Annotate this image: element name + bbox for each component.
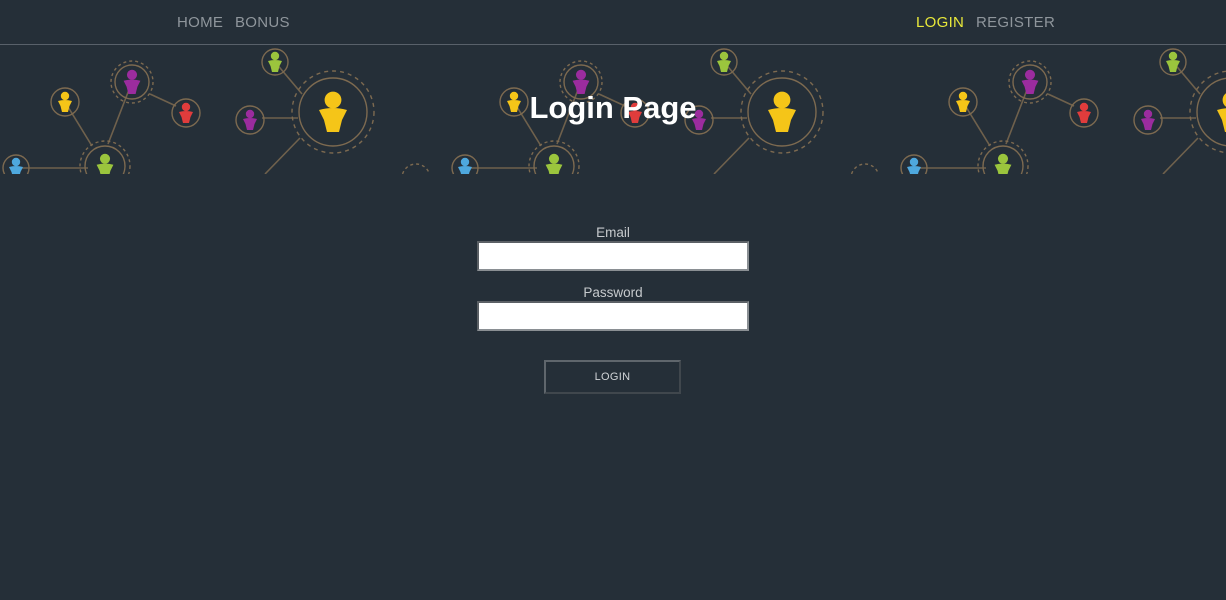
nav-register-link[interactable]: REGISTER [976,14,1055,31]
nav-login-link[interactable]: LOGIN [916,14,964,31]
nav-bonus-link[interactable]: BONUS [235,14,290,31]
password-field[interactable] [477,301,749,331]
login-submit-button[interactable]: LOGIN [544,360,681,394]
page-title: Login Page [529,90,697,125]
email-field[interactable] [477,241,749,271]
nav-home-link[interactable]: HOME [177,14,223,31]
password-label: Password [583,285,643,300]
email-label: Email [596,225,630,240]
top-navbar: HOME BONUS LOGIN REGISTER [0,0,1226,45]
hero-banner: Login Page [0,46,1226,174]
